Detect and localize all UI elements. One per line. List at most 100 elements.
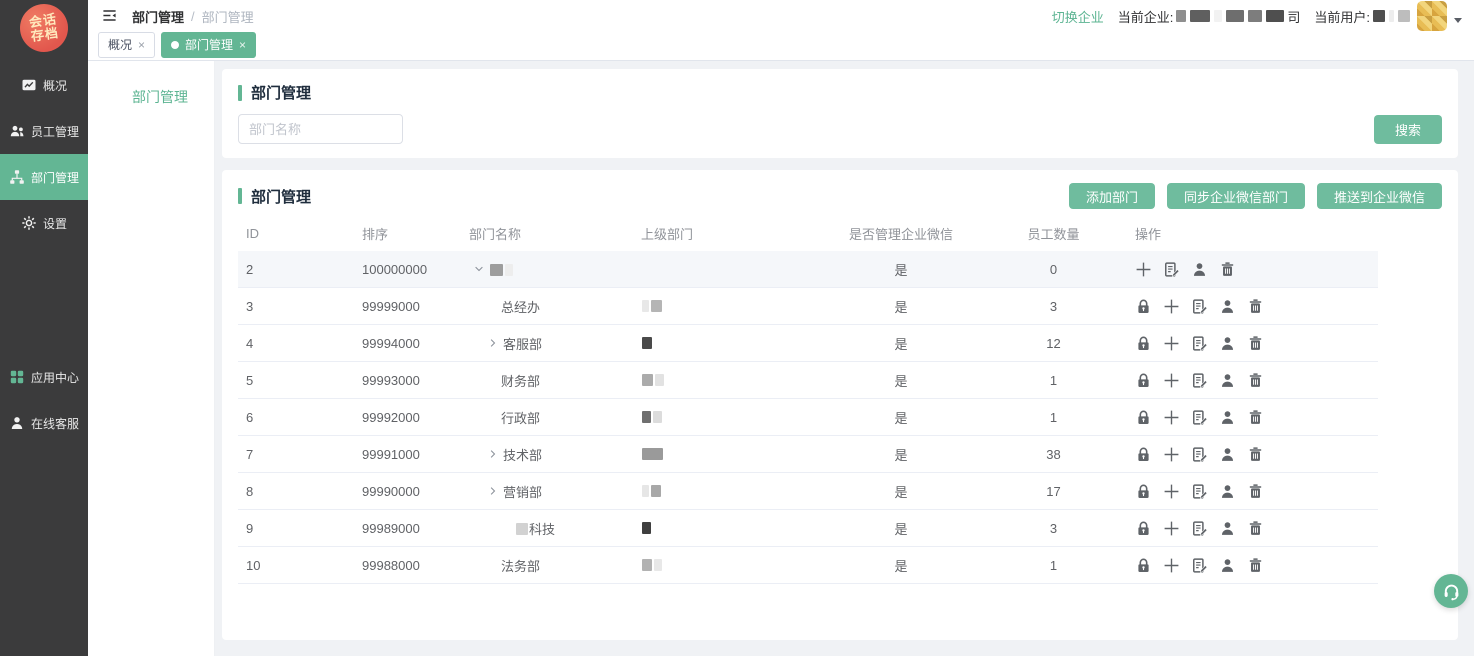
delete-icon[interactable] xyxy=(1247,483,1264,500)
cell-order: 99999000 xyxy=(362,299,469,314)
delete-icon[interactable] xyxy=(1247,520,1264,537)
lock-icon[interactable] xyxy=(1135,520,1152,537)
lock-icon[interactable] xyxy=(1135,372,1152,389)
delete-icon[interactable] xyxy=(1247,335,1264,352)
cell-id: 7 xyxy=(238,447,362,462)
org-icon xyxy=(9,169,25,185)
edit-icon[interactable] xyxy=(1191,446,1208,463)
table-card-title-row: 部门管理 添加部门同步企业微信部门推送到企业微信 xyxy=(238,183,1442,209)
add-child-icon[interactable] xyxy=(1135,261,1152,278)
dept-name-text: 总经办 xyxy=(501,297,540,316)
members-icon[interactable] xyxy=(1219,446,1236,463)
cell-employee-count: 17 xyxy=(996,484,1111,499)
apps-icon xyxy=(9,369,25,385)
members-icon[interactable] xyxy=(1191,261,1208,278)
dept-name-text: 法务部 xyxy=(501,556,540,575)
add-child-icon[interactable] xyxy=(1163,483,1180,500)
current-user-label: 当前用户: xyxy=(1314,7,1370,26)
edit-icon[interactable] xyxy=(1191,372,1208,389)
submenu-item[interactable]: 部门管理 xyxy=(88,81,214,113)
edit-icon[interactable] xyxy=(1191,557,1208,574)
add-child-icon[interactable] xyxy=(1163,446,1180,463)
current-company-label: 当前企业: xyxy=(1118,7,1174,26)
toolbar-button[interactable]: 添加部门 xyxy=(1069,183,1155,209)
edit-icon[interactable] xyxy=(1191,483,1208,500)
sidebar-item-label: 应用中心 xyxy=(31,369,79,386)
cell-employee-count: 3 xyxy=(996,299,1111,314)
edit-icon[interactable] xyxy=(1163,261,1180,278)
lock-icon[interactable] xyxy=(1135,298,1152,315)
cell-dept-name: 行政部 xyxy=(469,408,641,427)
tab-close-icon[interactable]: × xyxy=(138,39,145,51)
sidebar-collapse-icon[interactable] xyxy=(102,8,118,24)
add-child-icon[interactable] xyxy=(1163,409,1180,426)
sidebar-item-chart[interactable]: 概况 xyxy=(0,62,88,108)
add-child-icon[interactable] xyxy=(1163,372,1180,389)
cell-dept-name: 总经办 xyxy=(469,297,641,316)
cell-actions xyxy=(1111,372,1378,389)
members-icon[interactable] xyxy=(1219,335,1236,352)
lock-icon[interactable] xyxy=(1135,446,1152,463)
redacted-text-block xyxy=(1226,10,1244,22)
lock-icon[interactable] xyxy=(1135,557,1152,574)
lock-icon[interactable] xyxy=(1135,409,1152,426)
primary-sidebar: 会话 存档 概况 员工管理 部门管理 设置 应用中心 在线客服 xyxy=(0,0,88,656)
delete-icon[interactable] xyxy=(1247,446,1264,463)
toolbar-button[interactable]: 推送到企业微信 xyxy=(1317,183,1442,209)
edit-icon[interactable] xyxy=(1191,409,1208,426)
add-child-icon[interactable] xyxy=(1163,557,1180,574)
table-toolbar: 添加部门同步企业微信部门推送到企业微信 xyxy=(1069,183,1442,209)
expand-arrow-icon[interactable] xyxy=(487,337,499,349)
tab[interactable]: 部门管理 × xyxy=(161,32,256,58)
tab[interactable]: 概况 × xyxy=(98,32,155,58)
customer-service-float-button[interactable] xyxy=(1434,574,1468,608)
breadcrumb-separator: / xyxy=(191,9,195,24)
delete-icon[interactable] xyxy=(1219,261,1236,278)
redacted-text-block xyxy=(490,264,503,276)
edit-icon[interactable] xyxy=(1191,298,1208,315)
filter-card-title-row: 部门管理 xyxy=(238,82,1442,103)
user-menu-caret-icon[interactable] xyxy=(1454,18,1462,23)
cell-employee-count: 3 xyxy=(996,521,1111,536)
cell-order: 99994000 xyxy=(362,336,469,351)
column-header: 排序 xyxy=(362,224,469,243)
cell-dept-name xyxy=(469,262,641,277)
delete-icon[interactable] xyxy=(1247,372,1264,389)
user-avatar[interactable] xyxy=(1417,1,1447,31)
members-icon[interactable] xyxy=(1219,520,1236,537)
breadcrumb-root[interactable]: 部门管理 xyxy=(132,7,184,26)
add-child-icon[interactable] xyxy=(1163,298,1180,315)
cell-managed-wechat: 是 xyxy=(806,556,996,575)
delete-icon[interactable] xyxy=(1247,409,1264,426)
sidebar-item-org[interactable]: 部门管理 xyxy=(0,154,88,200)
expand-arrow-icon[interactable] xyxy=(487,448,499,460)
members-icon[interactable] xyxy=(1219,557,1236,574)
lock-icon[interactable] xyxy=(1135,335,1152,352)
members-icon[interactable] xyxy=(1219,409,1236,426)
add-child-icon[interactable] xyxy=(1163,335,1180,352)
add-child-icon[interactable] xyxy=(1163,520,1180,537)
table-card-title: 部门管理 xyxy=(251,186,311,207)
edit-icon[interactable] xyxy=(1191,520,1208,537)
sidebar-item-users[interactable]: 员工管理 xyxy=(0,108,88,154)
toolbar-button[interactable]: 同步企业微信部门 xyxy=(1167,183,1305,209)
sidebar-item-service[interactable]: 在线客服 xyxy=(0,400,88,446)
lock-icon[interactable] xyxy=(1135,483,1152,500)
sidebar-item-apps[interactable]: 应用中心 xyxy=(0,354,88,400)
delete-icon[interactable] xyxy=(1247,557,1264,574)
members-icon[interactable] xyxy=(1219,483,1236,500)
search-button[interactable]: 搜索 xyxy=(1374,115,1442,144)
department-name-input[interactable] xyxy=(238,114,403,144)
expand-arrow-icon[interactable] xyxy=(487,485,499,497)
cell-employee-count: 0 xyxy=(996,262,1111,277)
expand-arrow-icon[interactable] xyxy=(473,263,485,275)
members-icon[interactable] xyxy=(1219,298,1236,315)
switch-company-link[interactable]: 切换企业 xyxy=(1052,7,1104,26)
dept-name-text: 技术部 xyxy=(503,445,542,464)
delete-icon[interactable] xyxy=(1247,298,1264,315)
tab-close-icon[interactable]: × xyxy=(239,39,246,51)
sidebar-item-gear[interactable]: 设置 xyxy=(0,200,88,246)
redacted-text-block xyxy=(1190,10,1210,22)
edit-icon[interactable] xyxy=(1191,335,1208,352)
members-icon[interactable] xyxy=(1219,372,1236,389)
